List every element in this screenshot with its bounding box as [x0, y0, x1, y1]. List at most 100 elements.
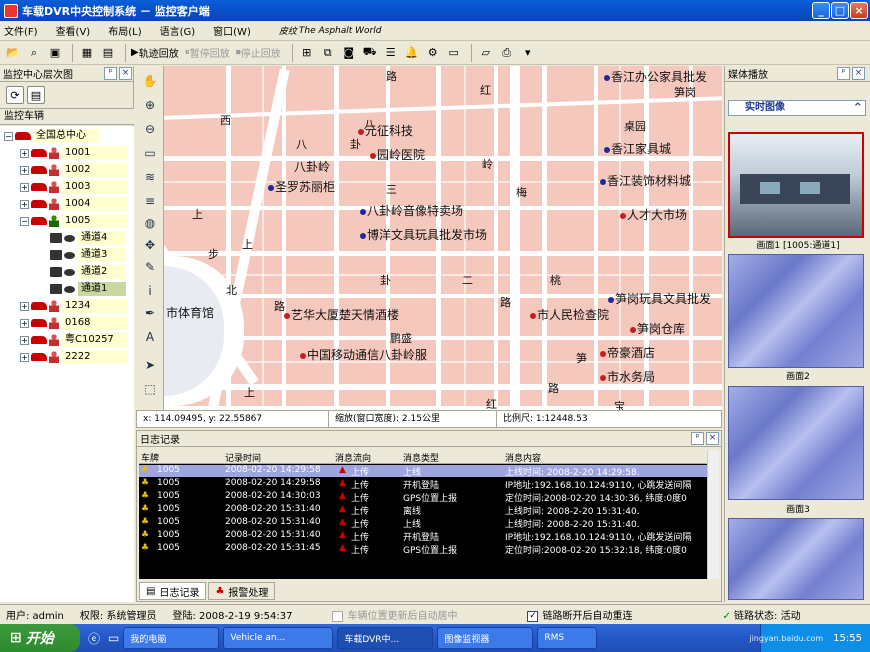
video-screen-1[interactable] [728, 132, 864, 238]
tree-node-vehicle[interactable]: +1234 [20, 298, 128, 314]
minimize-button[interactable]: _ [812, 2, 830, 19]
table-row[interactable]: ♣ 1005 2008-02-20 14:29:58 ▲ 上传 上线 上线时间: 2008-… [139, 465, 707, 478]
layout-icon[interactable]: ▦ [78, 44, 96, 62]
measure-icon[interactable]: ✎ [141, 258, 159, 276]
zoom-in-icon[interactable]: ⊕ [141, 96, 159, 114]
globe-icon[interactable]: ◍ [141, 214, 159, 232]
task-dvr[interactable]: 车载DVR中... [337, 627, 434, 649]
start-button[interactable]: ⊞ 开始 [0, 624, 80, 652]
track-play-button[interactable]: ▶ 轨迹回放 [131, 45, 179, 60]
menu-file[interactable]: 文件(F) [4, 23, 38, 38]
tree-node-vehicle[interactable]: −1005 [20, 213, 128, 229]
text-tool-icon[interactable]: A [141, 328, 159, 346]
menu-view[interactable]: 查看(V) [56, 23, 91, 38]
tab-alarm[interactable]: ♣ 报警处理 [208, 582, 276, 600]
log-scrollbar[interactable] [707, 451, 719, 579]
tree-node-channel[interactable]: 通道3 [50, 247, 126, 263]
refresh-icon[interactable]: ⟳ [6, 86, 24, 104]
pin-tool-icon[interactable]: ✒ [141, 304, 159, 322]
tree-node-vehicle[interactable]: +0168 [20, 315, 128, 331]
tab-log[interactable]: ▤ 日志记录 [139, 582, 207, 600]
layers-stack-icon[interactable]: ≡ [141, 192, 159, 210]
screen-icon[interactable]: ▭ [445, 44, 463, 62]
video-screen-4[interactable] [728, 518, 864, 600]
task-rms[interactable]: RMS [537, 627, 598, 649]
pin-icon[interactable]: ᵖ [691, 432, 704, 445]
camera-icon[interactable]: ◙ [340, 44, 358, 62]
table-row[interactable]: ♣ 1005 2008-02-20 15:31:45 ▲ 上传 GPS位置上报 定位时间:2… [139, 543, 707, 556]
tree-node-vehicle[interactable]: +1004 [20, 196, 128, 212]
pan-hand-icon[interactable]: ✋ [141, 72, 159, 90]
center-icon[interactable]: ✥ [141, 236, 159, 254]
menu-language[interactable]: 语言(G) [160, 23, 196, 38]
list-icon[interactable]: ☰ [382, 44, 400, 62]
task-image-monitor[interactable]: 图像监视器 [437, 627, 534, 649]
alarm-bell-icon[interactable]: 🔔 [403, 44, 421, 62]
open-folder-icon[interactable]: 📂 [4, 44, 22, 62]
tree-node-channel[interactable]: 通道2 [50, 264, 126, 280]
map-toolbar: ✋ ⊕ ⊖ ▭ ≋ ≡ ◍ ✥ ✎ i ✒ A ➤ ⬚ [136, 66, 164, 410]
panel-header: 监控中心层次图 ᵖ × [0, 66, 133, 82]
table-row[interactable]: ♣ 1005 2008-02-20 15:31:40 ▲ 上传 离线 上线时间: 2008-… [139, 504, 707, 517]
tree-icon[interactable]: ⊞ [298, 44, 316, 62]
grid-icon[interactable]: ▤ [99, 44, 117, 62]
select-arrow-icon[interactable]: ➤ [141, 356, 159, 374]
car-icon[interactable]: ⛟ [361, 44, 379, 62]
camera-icon [50, 250, 62, 260]
pause-play-button[interactable]: ⏸ 暂停回放 [185, 45, 230, 60]
close-icon[interactable]: × [852, 67, 865, 80]
desktop-icon[interactable]: ▭ [108, 631, 119, 645]
video-screen-3[interactable] [728, 386, 864, 500]
table-row[interactable]: ♣ 1005 2008-02-20 15:31:40 ▲ 上传 上线 上线时间: 2008-… [139, 517, 707, 530]
stop-play-button[interactable]: ⏹ 停止回放 [236, 45, 281, 60]
ie-icon[interactable]: ⓔ [88, 630, 100, 647]
task-my-computer[interactable]: 我的电脑 [123, 627, 220, 649]
vehicle-tree: − 全国总中心 +1001 +1002 +1003 +1004 −1005 通道4… [0, 126, 134, 602]
pin-icon[interactable]: ᵖ [104, 67, 117, 80]
map-canvas[interactable]: 路 红 香江办公家具批发 笋岗 元征科技 八 卦 园岭医院 八卦岭 八 三 岭 … [164, 66, 722, 410]
tree-node-channel[interactable]: 通道4 [50, 230, 126, 246]
pin-icon[interactable]: ᵖ [837, 67, 850, 80]
info-icon[interactable]: i [141, 282, 159, 300]
monitor-center-panel: 监控中心层次图 ᵖ × ⟳ ▤ 监控车辆 − 全国总中心 +1001 +1002 … [0, 66, 134, 602]
table-row[interactable]: ♣ 1005 2008-02-20 15:31:40 ▲ 上传 开机登陆 IP地址:192.… [139, 530, 707, 543]
tree-node-vehicle[interactable]: +2222 [20, 349, 128, 365]
rect-select-icon[interactable]: ⬚ [141, 380, 159, 398]
binoculars-icon[interactable]: ⌕ [25, 44, 43, 62]
task-vehicle[interactable]: Vehicle an... [223, 627, 334, 649]
close-icon[interactable]: × [706, 432, 719, 445]
menu-window[interactable]: 窗口(W) [213, 23, 251, 38]
app-logo-icon [4, 3, 18, 18]
zoom-out-icon[interactable]: ⊖ [141, 120, 159, 138]
tree-node-vehicle[interactable]: +1001 [20, 145, 128, 161]
table-row[interactable]: ♣ 1005 2008-02-20 14:29:58 ▲ 上传 开机登陆 IP地址:192.… [139, 478, 707, 491]
chevron-up-icon[interactable]: ^ [854, 101, 862, 115]
menu-layout[interactable]: 布局(L) [108, 23, 141, 38]
maximize-button[interactable]: □ [831, 2, 849, 19]
full-extent-icon[interactable]: ▭ [141, 144, 159, 162]
auto-reconnect-checkbox[interactable]: ✓ 链路断开后自动重连 [527, 607, 632, 622]
auto-center-checkbox[interactable]: 车辆位置更新后自动居中 [332, 607, 457, 622]
tree-node-vehicle[interactable]: +1003 [20, 179, 128, 195]
tree-node-vehicle[interactable]: +1002 [20, 162, 128, 178]
print-icon[interactable]: ⎙ [498, 44, 516, 62]
layers-icon[interactable]: ≋ [141, 168, 159, 186]
table-row[interactable]: ♣ 1005 2008-02-20 14:30:03 ▲ 上传 GPS位置上报 定位时间:2… [139, 491, 707, 504]
folder-icon[interactable]: ▱ [477, 44, 495, 62]
tree-node-root[interactable]: − 全国总中心 [4, 128, 99, 144]
export-icon[interactable]: ▤ [27, 86, 45, 104]
tree-node-channel-selected[interactable]: 通道1 [50, 281, 126, 297]
video-screen-2[interactable] [728, 254, 864, 368]
car-icon [31, 302, 47, 310]
settings-icon[interactable]: ⚙ [424, 44, 442, 62]
tree-node-vehicle[interactable]: + 粤C10257 [20, 332, 128, 348]
live-image-section[interactable]: 实时图像 ^ [728, 100, 866, 116]
close-icon[interactable]: × [119, 67, 132, 80]
car-icon [31, 166, 47, 174]
chevron-down-icon[interactable]: ▾ [519, 44, 537, 62]
monitor-icon[interactable]: ▣ [46, 44, 64, 62]
close-button[interactable]: × [850, 2, 868, 19]
window-icon[interactable]: ⧉ [319, 44, 337, 62]
role-status: 权限: 系统管理员 [79, 611, 157, 622]
panel-title: 监控中心层次图 [3, 70, 73, 81]
